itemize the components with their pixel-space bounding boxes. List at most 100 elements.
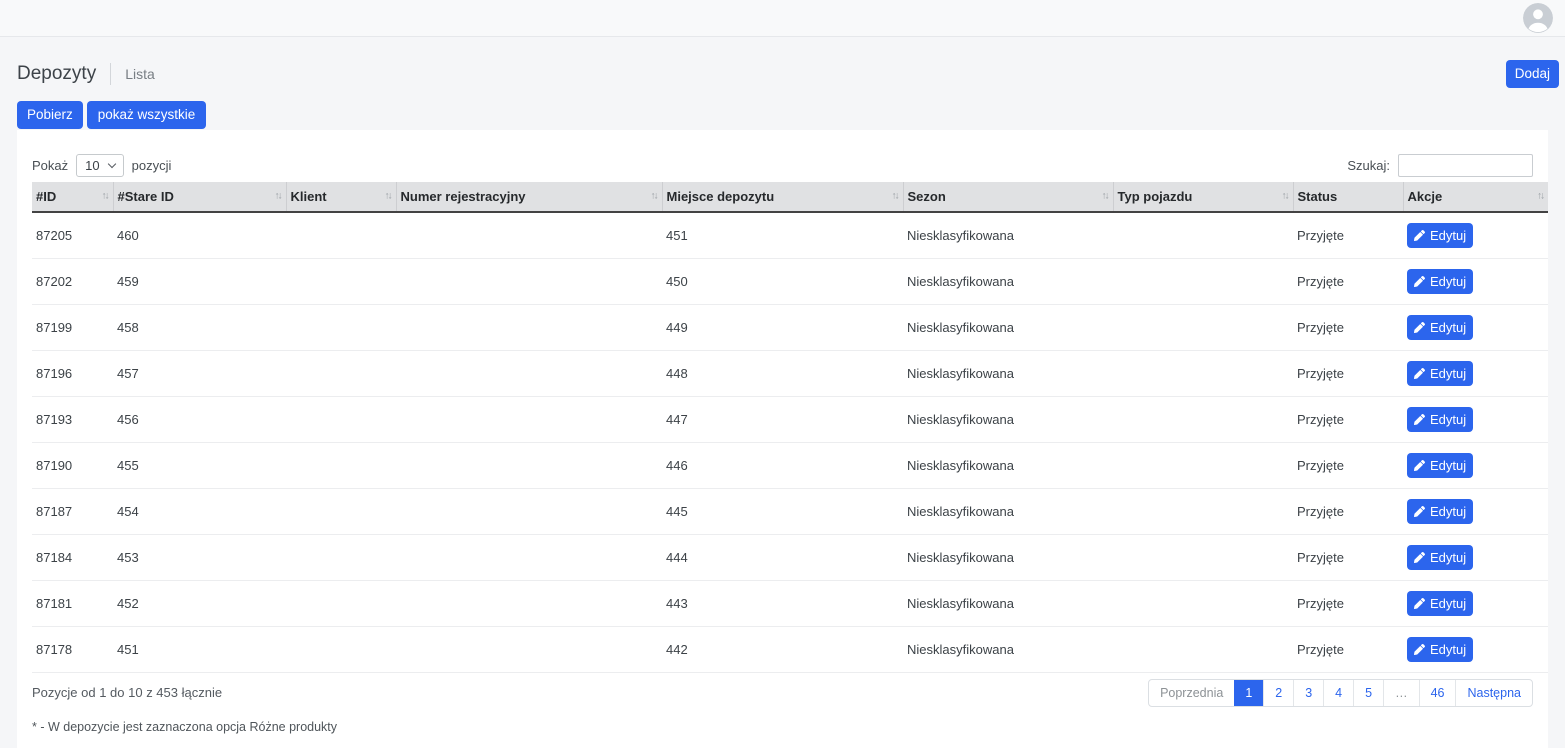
cell-typ-pojazdu — [1113, 350, 1293, 396]
edit-button[interactable]: Edytuj — [1407, 269, 1473, 294]
cell-status: Przyjęte — [1293, 304, 1403, 350]
cell-akcje: Edytuj — [1403, 350, 1548, 396]
cell-sezon: Niesklasyfikowana — [903, 580, 1113, 626]
show-all-button[interactable]: pokaż wszystkie — [87, 101, 207, 129]
pencil-icon — [1414, 552, 1425, 563]
cell-id: 87181 — [32, 580, 113, 626]
pagination-page[interactable]: 46 — [1419, 680, 1456, 707]
cell-status: Przyjęte — [1293, 580, 1403, 626]
pencil-icon — [1414, 276, 1425, 287]
cell-stare-id: 459 — [113, 258, 286, 304]
pagination-pages: 12345…46 — [1234, 680, 1455, 707]
column-header-status[interactable]: Status — [1293, 182, 1403, 212]
cell-sezon: Niesklasyfikowana — [903, 534, 1113, 580]
cell-status: Przyjęte — [1293, 350, 1403, 396]
cell-sezon: Niesklasyfikowana — [903, 488, 1113, 534]
cell-klient — [286, 212, 396, 259]
cell-akcje: Edytuj — [1403, 626, 1548, 672]
table-info-text: Pozycje od 1 do 10 z 453 łącznie — [32, 685, 222, 700]
column-header-klient[interactable]: Klient ↑↓ — [286, 182, 396, 212]
column-header-id[interactable]: #ID ↑↓ — [32, 182, 113, 212]
edit-button[interactable]: Edytuj — [1407, 407, 1473, 432]
cell-typ-pojazdu — [1113, 626, 1293, 672]
cell-typ-pojazdu — [1113, 488, 1293, 534]
column-header-label: Status — [1298, 189, 1338, 204]
column-header-label: Typ pojazdu — [1118, 189, 1193, 204]
column-header-label: #ID — [36, 189, 56, 204]
table-footer: Pozycje od 1 do 10 z 453 łącznie Poprzed… — [32, 679, 1533, 708]
cell-klient — [286, 304, 396, 350]
pagination-next[interactable]: Następna — [1455, 680, 1532, 707]
pencil-icon — [1414, 322, 1425, 333]
edit-button-label: Edytuj — [1430, 551, 1466, 564]
cell-akcje: Edytuj — [1403, 396, 1548, 442]
edit-button[interactable]: Edytuj — [1407, 591, 1473, 616]
sort-icon: ↑↓ — [651, 191, 657, 202]
table-controls: Pokaż 10 pozycji Szukaj: — [32, 154, 1533, 177]
table-row: 87193 456 447 Niesklasyfikowana Przyjęte… — [32, 396, 1548, 442]
cell-typ-pojazdu — [1113, 396, 1293, 442]
column-header-miejsce-depozytu[interactable]: Miejsce depozytu ↑↓ — [662, 182, 903, 212]
download-button[interactable]: Pobierz — [17, 101, 83, 129]
cell-numer-rejestracyjny — [396, 442, 662, 488]
pagination-page[interactable]: 5 — [1353, 680, 1383, 707]
table-row: 87199 458 449 Niesklasyfikowana Przyjęte… — [32, 304, 1548, 350]
pencil-icon — [1414, 506, 1425, 517]
edit-button[interactable]: Edytuj — [1407, 453, 1473, 478]
edit-button-label: Edytuj — [1430, 275, 1466, 288]
cell-klient — [286, 626, 396, 672]
cell-sezon: Niesklasyfikowana — [903, 212, 1113, 259]
page-length-prefix-label: Pokaż — [32, 158, 68, 173]
search-input[interactable] — [1398, 154, 1533, 177]
cell-numer-rejestracyjny — [396, 304, 662, 350]
cell-klient — [286, 488, 396, 534]
edit-button[interactable]: Edytuj — [1407, 223, 1473, 248]
page-title: Depozyty — [17, 63, 96, 85]
column-header-stare-id[interactable]: #Stare ID ↑↓ — [113, 182, 286, 212]
cell-id: 87193 — [32, 396, 113, 442]
edit-button-label: Edytuj — [1430, 597, 1466, 610]
cell-miejsce-depozytu: 443 — [662, 580, 903, 626]
cell-id: 87199 — [32, 304, 113, 350]
cell-miejsce-depozytu: 446 — [662, 442, 903, 488]
column-header-label: Miejsce depozytu — [667, 189, 775, 204]
user-avatar[interactable] — [1523, 3, 1553, 33]
cell-typ-pojazdu — [1113, 580, 1293, 626]
edit-button[interactable]: Edytuj — [1407, 361, 1473, 386]
edit-button[interactable]: Edytuj — [1407, 499, 1473, 524]
column-header-sezon[interactable]: Sezon ↑↓ — [903, 182, 1113, 212]
pagination-page[interactable]: 2 — [1263, 680, 1293, 707]
pagination: Poprzednia 12345…46 Następna — [1148, 679, 1533, 708]
edit-button-label: Edytuj — [1430, 643, 1466, 656]
edit-button[interactable]: Edytuj — [1407, 637, 1473, 662]
toolbar: Pobierz pokaż wszystkie — [17, 101, 1548, 129]
cell-stare-id: 460 — [113, 212, 286, 259]
add-button[interactable]: Dodaj — [1506, 60, 1559, 88]
cell-sezon: Niesklasyfikowana — [903, 626, 1113, 672]
breadcrumb-subtitle: Lista — [125, 66, 155, 82]
sort-icon: ↑↓ — [385, 191, 391, 202]
column-header-akcje[interactable]: Akcje ↑↓ — [1403, 182, 1548, 212]
table-row: 87184 453 444 Niesklasyfikowana Przyjęte… — [32, 534, 1548, 580]
cell-id: 87187 — [32, 488, 113, 534]
search-control: Szukaj: — [1347, 154, 1533, 177]
pagination-page[interactable]: 1 — [1234, 680, 1263, 707]
edit-button[interactable]: Edytuj — [1407, 545, 1473, 570]
edit-button-label: Edytuj — [1430, 413, 1466, 426]
cell-stare-id: 453 — [113, 534, 286, 580]
page-size-select[interactable]: 10 — [76, 154, 123, 177]
pagination-page[interactable]: 4 — [1323, 680, 1353, 707]
cell-numer-rejestracyjny — [396, 580, 662, 626]
pagination-page[interactable]: 3 — [1293, 680, 1323, 707]
cell-stare-id: 458 — [113, 304, 286, 350]
pagination-previous[interactable]: Poprzednia — [1149, 680, 1234, 707]
topbar — [0, 0, 1565, 37]
column-header-typ-pojazdu[interactable]: Typ pojazdu ↑↓ — [1113, 182, 1293, 212]
column-header-numer-rejestracyjny[interactable]: Numer rejestracyjny ↑↓ — [396, 182, 662, 212]
table-row: 87202 459 450 Niesklasyfikowana Przyjęte… — [32, 258, 1548, 304]
pagination-page[interactable]: … — [1383, 680, 1419, 707]
table-body: 87205 460 451 Niesklasyfikowana Przyjęte… — [32, 212, 1548, 673]
edit-button[interactable]: Edytuj — [1407, 315, 1473, 340]
cell-sezon: Niesklasyfikowana — [903, 396, 1113, 442]
table-row: 87181 452 443 Niesklasyfikowana Przyjęte… — [32, 580, 1548, 626]
